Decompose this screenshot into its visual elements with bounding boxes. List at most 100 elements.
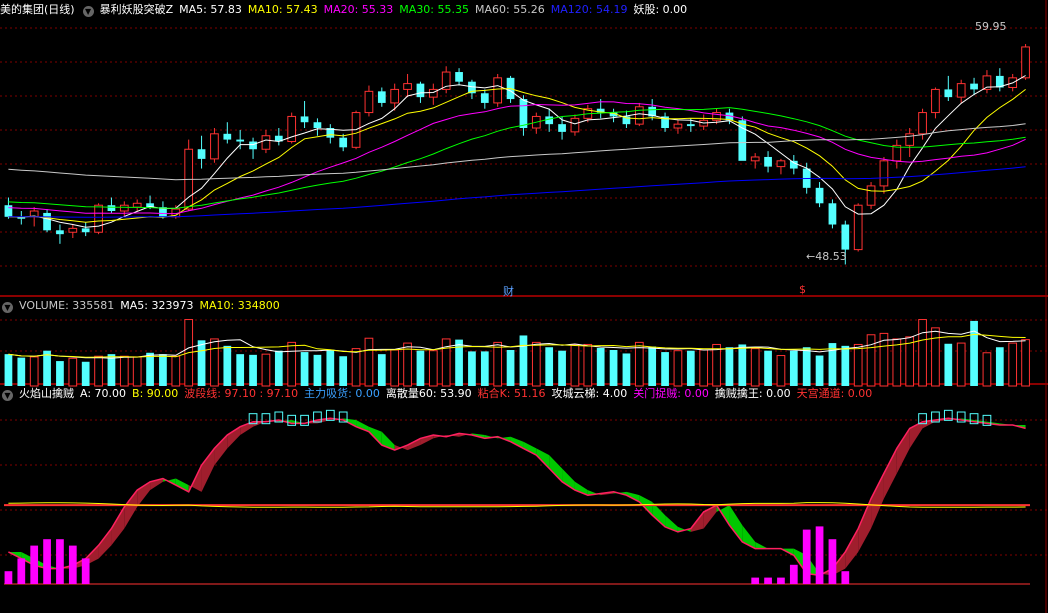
osc-qzqw: 擒贼擒王: 0.00 [714,387,791,400]
candle-body [132,202,142,208]
osc-ttdd: 天宫通道: 0.00 [796,387,873,400]
volume-bar [634,341,644,387]
volume-bar [815,355,824,386]
volume-bar [300,352,309,386]
volume-bar [570,343,580,387]
candle-body [931,88,940,114]
candle-body [119,204,129,212]
osc-b: B: 90.00 [132,387,179,400]
volume-bar [982,352,992,387]
volume-bar [210,338,219,387]
volume-bar [738,344,747,386]
indicator-name[interactable]: 暴利妖股突破Z [100,3,174,16]
volume-bar [81,361,90,386]
candle-body [403,83,412,90]
bottom-signal-bar [764,577,772,584]
osc-gcyt: 攻城云梯: 4.00 [551,387,628,400]
volume-bar [1008,342,1018,387]
candle-body [764,156,772,167]
volume-bar [146,352,154,386]
candle-body [416,83,425,98]
candle-body [558,124,566,132]
volume-bar [944,343,953,386]
candle-body [519,99,528,129]
volume-bar [609,350,618,386]
osc-bdx: 波段线: 97.10 : 97.10 [184,387,299,400]
ma10-value: MA10: 57.43 [247,3,318,16]
bottom-signal-bar [30,545,39,584]
candle-body [94,204,103,233]
candle-body [300,116,309,123]
candle-body [673,123,683,129]
chevron-down-icon[interactable]: ▼ [2,390,13,401]
candle-body [828,203,837,225]
volume-bar [428,350,438,387]
volume-bar [789,350,798,386]
low-price-value: 48.53 [815,250,847,263]
chevron-down-icon[interactable]: ▼ [2,302,13,313]
candle-body [197,149,206,159]
volume-value: VOLUME: 335581 [19,299,115,312]
candle-body [892,144,902,162]
volume-bar [94,355,103,387]
candle-body [789,160,798,169]
osc-nhk: 粘合K: 51.16 [477,387,546,400]
finance-event-marker[interactable]: 财 [503,283,514,299]
osc-zlxh: 主力吸货: 0.00 [304,387,380,400]
volume-bar [223,345,232,386]
volume-bar [326,350,335,386]
volume-bar [918,319,927,387]
bottom-signal-bar [828,539,837,584]
candle-body [750,156,760,162]
volume-bar [313,354,322,386]
bottom-signal-bar [815,526,824,584]
bottom-signal-bar [56,539,64,584]
volume-bar [339,356,348,386]
volume-bar [159,354,167,386]
candle-body [223,133,232,140]
candle-body [956,83,966,98]
volume-bar [583,343,593,387]
volume-bar [545,347,554,386]
volume-bar [725,347,734,386]
volume-bar [750,348,760,387]
bottom-signal-bar [751,577,760,584]
volume-bar [468,351,476,386]
volume-bar [531,341,541,387]
candle-body [107,205,116,212]
panel1-title: 美的集团(日线) [0,3,75,16]
candle-body [428,88,438,98]
volume-bar [119,355,129,387]
candle-body [776,160,786,168]
volume-bar [622,353,631,386]
volume-bar [712,343,721,387]
volume-bar [506,350,515,386]
volume-bar [171,355,181,387]
volume-bar [802,347,811,386]
volume-bar [764,350,772,386]
osc-lsl: 离散量60: 53.90 [385,387,472,400]
dividend-event-marker[interactable]: $ [799,283,806,296]
volume-bar [1021,339,1030,387]
bottom-signal-bar [43,539,51,584]
volume-bar [661,352,669,386]
candle-body [545,116,554,125]
high-price-label: 59.95 [975,20,1007,33]
volume-bar [931,327,940,387]
candle-body [480,93,489,103]
candle-body [390,88,400,104]
candle-body [866,185,876,206]
chevron-down-icon[interactable]: ▼ [82,6,94,17]
candle-body [686,124,695,127]
candle-body [261,135,271,150]
volume-bar [853,343,863,387]
candle-body [970,83,978,90]
osc-title[interactable]: 火焰山擒贼 [19,387,74,400]
volume-bar [377,354,386,386]
candle-body [841,224,850,250]
candle-body [815,187,824,204]
volume-bar [4,354,13,386]
candle-body [570,117,580,133]
volume-bar [866,334,876,387]
volume-bar [995,347,1004,386]
